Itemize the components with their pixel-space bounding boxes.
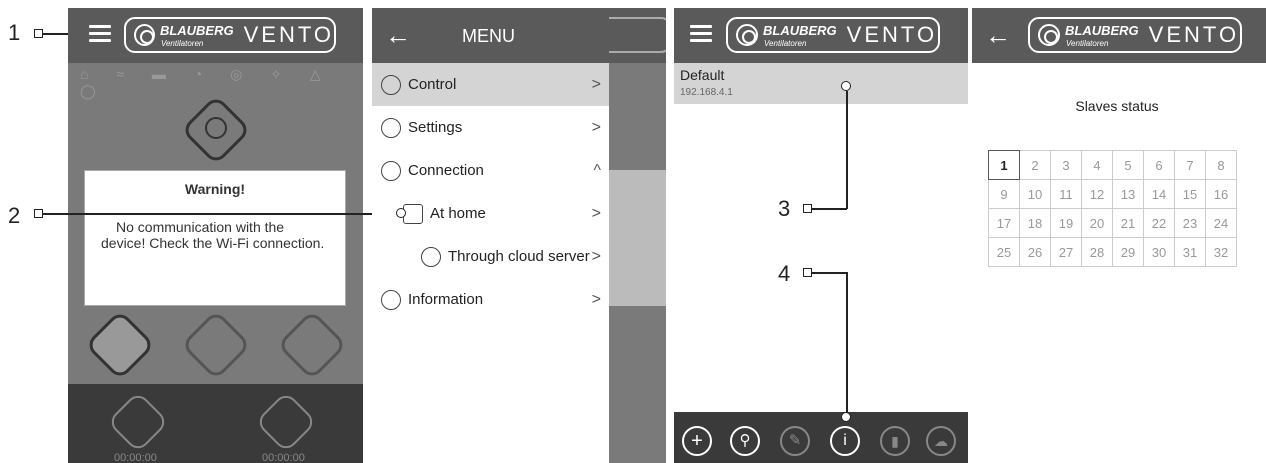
back-arrow-icon[interactable]: ← (385, 20, 411, 51)
slave-cell[interactable]: 16 (1205, 179, 1237, 209)
back-arrow-icon[interactable]: ← (985, 20, 1011, 51)
callout-2: 2 (8, 203, 21, 228)
info-icon[interactable]: i (830, 426, 860, 456)
callout-2-marker (34, 209, 43, 218)
slave-cell[interactable]: 7 (1174, 150, 1206, 180)
menu-burger-icon[interactable] (690, 25, 712, 42)
slave-cell[interactable]: 2 (1019, 150, 1051, 180)
slave-cell[interactable]: 11 (1050, 179, 1082, 209)
menu-item-control[interactable]: Control > (372, 63, 609, 106)
panel-main-screen: BLAUBERG Ventilatoren VENTO ⌂ ≈ ▬ ◔ ◎ ✧ △… (68, 8, 363, 463)
slave-cell[interactable]: 20 (1081, 208, 1113, 238)
slave-cell[interactable]: 18 (1019, 208, 1051, 238)
brand-logo: BLAUBERG Ventilatoren VENTO (1028, 17, 1242, 53)
home-icon (403, 203, 423, 224)
device-row-default[interactable]: Default 192.168.4.1 (674, 63, 968, 104)
slave-cell[interactable]: 29 (1112, 237, 1144, 267)
cloud-connect-icon (421, 246, 441, 267)
mode-home-in-button[interactable] (180, 309, 252, 381)
callout-3-marker (803, 204, 812, 213)
slave-cell[interactable]: 3 (1050, 150, 1082, 180)
device-name: Default (680, 67, 725, 83)
menu-burger-icon[interactable] (89, 25, 111, 42)
panel-slaves-status: ← BLAUBERG Ventilatoren VENTO Slaves stat… (972, 8, 1266, 463)
menu-item-information[interactable]: Information > (372, 278, 609, 321)
warning-title: Warning! (184, 181, 246, 197)
slave-cell[interactable]: 5 (1112, 150, 1144, 180)
menu-drawer: ← MENU Control > Settings > Connection ^ At… (372, 8, 609, 463)
mode-home-button[interactable] (84, 309, 156, 381)
callout-1-marker (34, 29, 43, 38)
callout-4-line-v (846, 272, 848, 413)
callout-2-line (43, 213, 397, 215)
slave-cell[interactable]: 17 (988, 208, 1020, 238)
slave-cell[interactable]: 12 (1081, 179, 1113, 209)
slave-cell[interactable]: 14 (1143, 179, 1175, 209)
search-icon[interactable]: ⚲ (730, 426, 760, 456)
slave-cell[interactable]: 22 (1143, 208, 1175, 238)
slave-cell[interactable]: 1 (988, 150, 1020, 180)
power-icon (205, 117, 227, 139)
settings-icon (381, 117, 401, 138)
warning-text: No communication with the device! Check … (101, 219, 325, 251)
info-icon (381, 289, 401, 310)
slave-cell[interactable]: 19 (1050, 208, 1082, 238)
timer-party: 00:00:00 (262, 452, 305, 463)
slave-cell[interactable]: 32 (1205, 237, 1237, 267)
slave-cell[interactable]: 15 (1174, 179, 1206, 209)
slave-cell[interactable]: 26 (1019, 237, 1051, 267)
menu-item-connection[interactable]: Connection ^ (372, 149, 609, 192)
add-device-icon[interactable]: + (682, 426, 712, 456)
menu-item-cloud[interactable]: Through cloud server > (372, 235, 609, 278)
callout-3-line-h (811, 208, 847, 210)
menu-title: MENU (462, 26, 515, 46)
control-icon (381, 74, 401, 95)
callout-1: 1 (8, 20, 21, 45)
slave-cell[interactable]: 9 (988, 179, 1020, 209)
slave-cell[interactable]: 31 (1174, 237, 1206, 267)
callout-2-dot (396, 208, 406, 218)
slave-cell[interactable]: 27 (1050, 237, 1082, 267)
slave-cell[interactable]: 21 (1112, 208, 1144, 238)
timer-night: 00:00:00 (114, 452, 157, 463)
callout-3-line-v (846, 91, 848, 209)
panel-menu: ← MENU Control > Settings > Connection ^ At… (372, 8, 666, 463)
slave-cell[interactable]: 24 (1205, 208, 1237, 238)
menu-item-settings[interactable]: Settings > (372, 106, 609, 149)
cloud-icon[interactable]: ☁ (926, 426, 956, 456)
brand-logo: BLAUBERG Ventilatoren VENTO (124, 17, 336, 53)
slaves-grid: 1 2 3 4 5 6 7 8 9 10 11 12 13 14 15 16 1… (988, 150, 1237, 267)
callout-4: 4 (778, 261, 791, 286)
warning-dialog: Warning! No communication with the devic… (84, 170, 346, 306)
callout-4-line-h (811, 272, 847, 274)
callout-3-dot (841, 81, 851, 91)
edit-icon[interactable]: ✎ (780, 426, 810, 456)
slave-cell[interactable]: 23 (1174, 208, 1206, 238)
behind-dialog (606, 170, 666, 306)
callout-3: 3 (778, 196, 791, 221)
slave-cell[interactable]: 25 (988, 237, 1020, 267)
wifi-icon (381, 160, 401, 181)
status-icons-row: ⌂ ≈ ▬ ◔ ◎ ✧ △ ◯ (80, 66, 333, 99)
slave-cell[interactable]: 13 (1112, 179, 1144, 209)
slave-cell[interactable]: 30 (1143, 237, 1175, 267)
slaves-status-title: Slaves status (1075, 98, 1159, 114)
slave-cell[interactable]: 10 (1019, 179, 1051, 209)
device-ip: 192.168.4.1 (680, 87, 733, 98)
delete-icon[interactable]: ▮ (880, 426, 910, 456)
slave-cell[interactable]: 8 (1205, 150, 1237, 180)
slave-cell[interactable]: 6 (1143, 150, 1175, 180)
slave-cell[interactable]: 28 (1081, 237, 1113, 267)
brand-logo: BLAUBERG Ventilatoren VENTO (726, 17, 940, 53)
slave-cell[interactable]: 4 (1081, 150, 1113, 180)
panel-device-list: BLAUBERG Ventilatoren VENTO Default 192.1… (674, 8, 968, 463)
menu-item-at-home[interactable]: At home > (372, 192, 609, 235)
callout-4-dot (841, 412, 851, 422)
mode-home-out-button[interactable] (276, 309, 348, 381)
